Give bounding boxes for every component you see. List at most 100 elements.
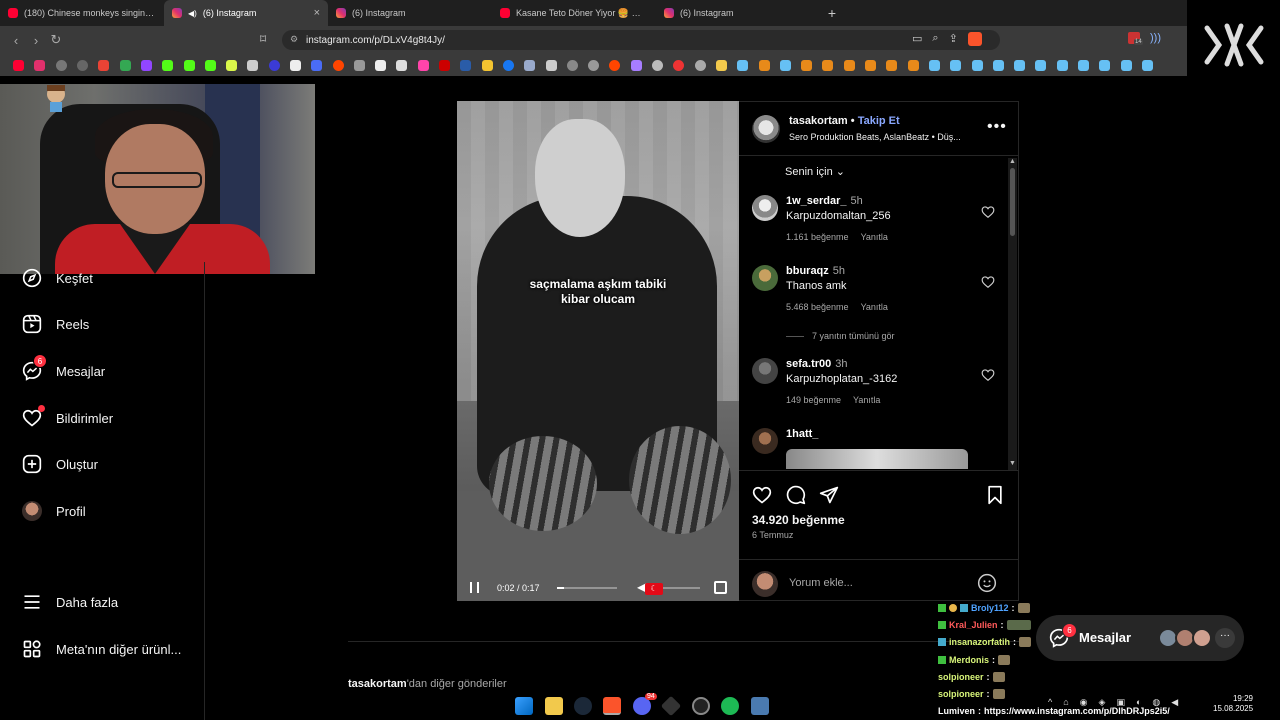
bookmark-item[interactable]: [626, 54, 647, 76]
commenter-username[interactable]: bburaqz: [786, 265, 829, 277]
app-icon[interactable]: [751, 697, 769, 715]
bookmark-item[interactable]: [1030, 54, 1051, 76]
spotify-icon[interactable]: [721, 697, 739, 715]
reply-button[interactable]: Yanıtla: [853, 395, 880, 405]
reload-icon[interactable]: ↻: [46, 32, 66, 48]
obs-icon[interactable]: [692, 697, 710, 715]
commenter-avatar[interactable]: [752, 428, 778, 454]
bookmark-icon[interactable]: ⌑: [260, 32, 266, 46]
bookmark-item[interactable]: [178, 54, 199, 76]
clock[interactable]: 19:29 15.08.2025: [1213, 694, 1253, 714]
commenter-username[interactable]: 1w_serdar_: [786, 195, 847, 207]
tray-app-icon[interactable]: ◉: [1080, 697, 1088, 708]
like-comment-icon[interactable]: [981, 368, 995, 382]
bookmark-item[interactable]: [8, 54, 29, 76]
bookmark-item[interactable]: [753, 54, 774, 76]
sidebar-item-explore[interactable]: Keşfet: [22, 266, 93, 290]
sidebar-item-meta[interactable]: Meta'nın diğer ürünl...: [22, 637, 181, 661]
bookmark-item[interactable]: [114, 54, 135, 76]
extension-icon[interactable]: 14: [1128, 32, 1143, 47]
tray-app-icon[interactable]: ◈: [1099, 697, 1106, 708]
reel-video[interactable]: saçmalama aşkım tabiki kibar olucam 0:02…: [457, 101, 739, 601]
site-info-icon[interactable]: ⚙: [290, 34, 298, 45]
like-count[interactable]: 34.920 beğenme: [752, 513, 845, 527]
audio-attribution[interactable]: Sero Produktion Beats, AslanBeatz • Düş.…: [789, 132, 961, 142]
comment-likes[interactable]: 1.161 beğenme: [786, 232, 849, 242]
bookmark-item[interactable]: [988, 54, 1009, 76]
bookmark-item[interactable]: [1094, 54, 1115, 76]
bookmark-item[interactable]: [540, 54, 561, 76]
sidebar-item-more[interactable]: Daha fazla: [22, 590, 118, 614]
zoom-icon[interactable]: ⌕: [932, 32, 938, 46]
comment-icon[interactable]: [786, 485, 806, 505]
bookmark-item[interactable]: [839, 54, 860, 76]
author-avatar[interactable]: [752, 115, 780, 143]
bookmark-item[interactable]: [604, 54, 625, 76]
browser-tab-active[interactable]: ◀) (6) Instagram ×: [164, 0, 328, 26]
comment-input[interactable]: Yorum ekle...: [789, 577, 853, 589]
bookmark-item[interactable]: [455, 54, 476, 76]
bookmark-item[interactable]: [945, 54, 966, 76]
bookmark-item[interactable]: [860, 54, 881, 76]
share-icon[interactable]: [819, 485, 839, 505]
bookmark-item[interactable]: [775, 54, 796, 76]
network-icon[interactable]: ⌂: [1063, 697, 1068, 708]
tray-chevron-icon[interactable]: ^: [1048, 697, 1052, 708]
bookmark-item[interactable]: [434, 54, 455, 76]
sidebar-item-messages[interactable]: 6 Mesajlar: [22, 354, 105, 383]
view-replies-button[interactable]: 7 yanıtın tümünü gör: [786, 331, 895, 341]
browser-tab[interactable]: (6) Instagram: [656, 0, 820, 26]
tray-app-icon[interactable]: ◍: [1152, 697, 1160, 708]
save-icon[interactable]: [985, 485, 1005, 505]
comment-likes[interactable]: 5.468 beğenme: [786, 302, 849, 312]
browser-tab[interactable]: (180) Chinese monkeys singing (Engl: [0, 0, 164, 26]
comment-image-preview[interactable]: [786, 449, 968, 469]
back-icon[interactable]: ‹: [6, 33, 26, 48]
bookmark-item[interactable]: [72, 54, 93, 76]
app-icon[interactable]: [660, 695, 682, 717]
pause-button[interactable]: [470, 582, 479, 593]
bookmark-item[interactable]: [498, 54, 519, 76]
commenter-avatar[interactable]: [752, 265, 778, 291]
bookmark-item[interactable]: [157, 54, 178, 76]
emoji-icon[interactable]: [977, 573, 997, 593]
bookmark-item[interactable]: [1052, 54, 1073, 76]
steam-icon[interactable]: [574, 697, 592, 715]
tray-app-icon[interactable]: ▣: [1116, 697, 1125, 708]
author-username[interactable]: tasakortam: [789, 115, 848, 127]
bookmark-item[interactable]: [668, 54, 689, 76]
like-icon[interactable]: [752, 485, 772, 505]
bookmark-item[interactable]: [796, 54, 817, 76]
reply-button[interactable]: Yanıtla: [861, 232, 888, 242]
video-progress[interactable]: [557, 587, 617, 589]
wifi-icon[interactable]: ))): [1150, 32, 1161, 44]
bookmark-item[interactable]: [966, 54, 987, 76]
bookmark-item[interactable]: [924, 54, 945, 76]
bookmark-item[interactable]: [29, 54, 50, 76]
bookmark-item[interactable]: [264, 54, 285, 76]
bookmark-item[interactable]: [391, 54, 412, 76]
bookmark-item[interactable]: [817, 54, 838, 76]
bookmark-item[interactable]: [327, 54, 348, 76]
bookmark-item[interactable]: [732, 54, 753, 76]
bookmark-item[interactable]: [221, 54, 242, 76]
bookmark-item[interactable]: [93, 54, 114, 76]
fullscreen-button[interactable]: [714, 581, 727, 594]
more-options-icon[interactable]: •••: [987, 118, 1007, 136]
reply-button[interactable]: Yanıtla: [861, 302, 888, 312]
bookmark-item[interactable]: [413, 54, 434, 76]
speaker-icon[interactable]: ◀: [1171, 697, 1178, 708]
start-icon[interactable]: [515, 697, 533, 715]
bookmark-item[interactable]: [711, 54, 732, 76]
bookmark-item[interactable]: [370, 54, 391, 76]
like-comment-icon[interactable]: [981, 205, 995, 219]
browser-tab[interactable]: Kasane Teto Döner Yiyor 🍔 🟥 🍗 .c: [492, 0, 656, 26]
sidebar-item-notifications[interactable]: Bildirimler: [22, 405, 113, 430]
follow-button[interactable]: Takip Et: [858, 115, 900, 127]
bookmark-item[interactable]: [562, 54, 583, 76]
close-tab-icon[interactable]: ×: [314, 7, 320, 19]
bookmark-item[interactable]: [477, 54, 498, 76]
comments-scrollbar[interactable]: ▲ ▼: [1008, 158, 1017, 470]
bookmark-item[interactable]: [242, 54, 263, 76]
brave-shields-icon[interactable]: [967, 32, 982, 46]
